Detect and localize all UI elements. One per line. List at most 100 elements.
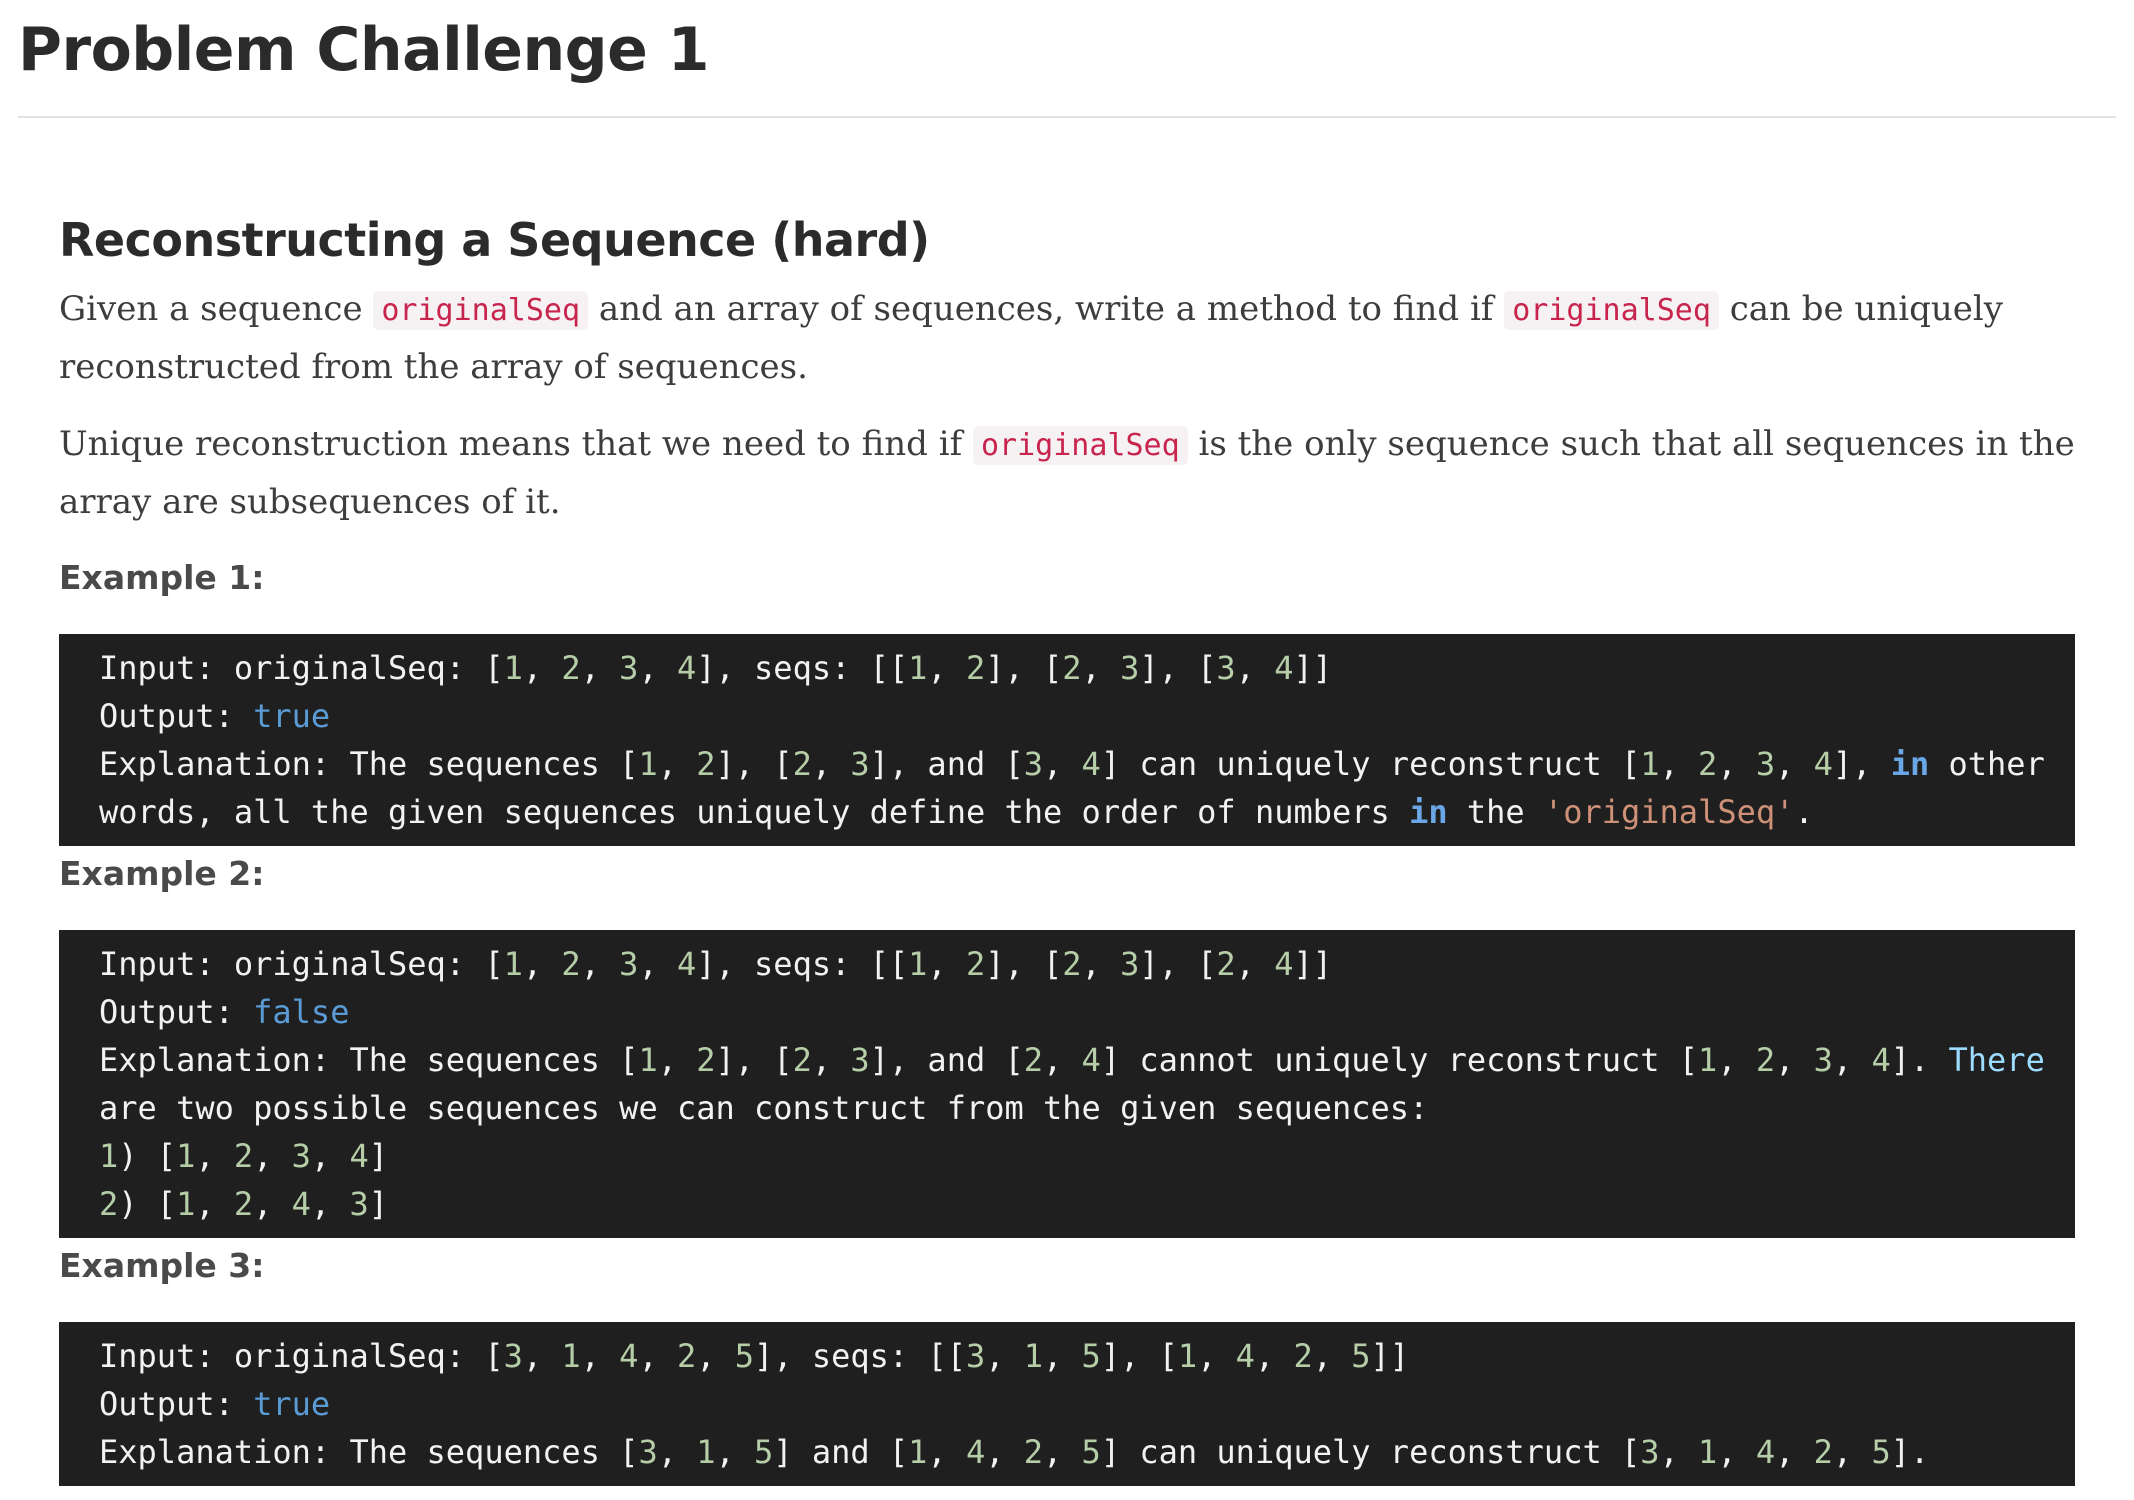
example-1-label: Example 1: [59,558,265,597]
title-divider [18,116,2116,118]
code-line: Input: originalSeq: [3, 1, 4, 2, 5], seq… [99,1337,1410,1375]
code-number: 1 [1640,745,1660,783]
code-number: 5 [1081,1433,1101,1471]
code-number: 2 [233,1185,254,1223]
code-number: 4 [1274,945,1294,983]
code-number: 1 [503,649,523,687]
code-number: 3 [1120,945,1140,983]
code-keyword: There [1948,1041,2045,1079]
code-number: 3 [850,745,870,783]
code-number: 1 [99,1137,119,1175]
code-line: Input: originalSeq: [1, 2, 3, 4], seqs: … [99,945,1332,983]
code-number: 2 [1216,945,1236,983]
code-number: 1 [176,1185,196,1223]
code-number: 4 [965,1433,986,1471]
code-number: 4 [291,1185,311,1223]
code-number: 2 [561,945,581,983]
code-number: 1 [638,745,658,783]
code-number: 3 [638,1433,658,1471]
reconstruction-definition: Unique reconstruction means that we need… [59,416,2075,530]
code-number: 1 [1698,1041,1718,1079]
code-number: 1 [638,1041,658,1079]
code-number: 4 [1755,1433,1776,1471]
code-number: 4 [676,945,697,983]
code-number: 2 [1062,649,1082,687]
description-text: Given a sequence [59,289,374,329]
code-number: 4 [619,1337,639,1375]
code-number: 1 [908,1433,928,1471]
code-number: 2 [696,745,716,783]
code-number: 5 [1871,1433,1891,1471]
code-number: 4 [1871,1041,1891,1079]
code-number: 5 [1081,1337,1101,1375]
code-number: 2 [1062,945,1082,983]
inline-code-original-seq: originalSeq [973,426,1188,465]
code-number: 2 [233,1137,254,1175]
page-title: Problem Challenge 1 [18,15,709,85]
code-number: 2 [1293,1337,1313,1375]
code-number: 3 [349,1185,369,1223]
code-number: 1 [1177,1337,1198,1375]
code-number: 3 [619,649,639,687]
code-number: 2 [561,649,581,687]
code-literal: true [253,1385,331,1423]
code-number: 3 [1216,649,1236,687]
code-number: 4 [1235,1337,1255,1375]
code-number: 2 [1023,1433,1044,1471]
code-keyword: in [1409,793,1448,831]
code-number: 2 [676,1337,697,1375]
code-number: 2 [1698,745,1718,783]
code-number: 1 [908,945,928,983]
code-number: 3 [850,1041,870,1079]
code-number: 3 [291,1137,311,1175]
code-number: 3 [1120,649,1140,687]
problem-content: Reconstructing a Sequence (hard) Given a… [59,205,2075,1486]
code-number: 1 [503,945,523,983]
code-number: 3 [1755,745,1776,783]
code-line: Explanation: The sequences [3, 1, 5] and… [99,1433,1930,1471]
description-text: and an array of sequences, write a metho… [588,289,1505,329]
code-line: Explanation: The sequences [1, 2], [2, 3… [99,745,2045,783]
code-line: 2) [1, 2, 4, 3] [99,1185,388,1223]
code-number: 1 [908,649,928,687]
code-number: 2 [696,1041,716,1079]
code-line: Input: originalSeq: [1, 2, 3, 4], seqs: … [99,649,1332,687]
code-number: 1 [561,1337,581,1375]
problem-heading: Reconstructing a Sequence (hard) [59,213,930,267]
code-literal: true [253,697,331,735]
code-number: 1 [696,1433,716,1471]
page: Problem Challenge 1 Reconstructing a Seq… [0,0,2134,1500]
code-line: Explanation: The sequences [1, 2], [2, 3… [99,1041,2045,1079]
problem-description: Given a sequence originalSeq and an arra… [59,281,2075,395]
code-number: 4 [1813,745,1833,783]
code-number: 3 [965,1337,986,1375]
code-number: 2 [965,649,986,687]
definition-text: Unique reconstruction means that we need… [59,424,973,464]
code-line: words, all the given sequences uniquely … [99,793,1814,831]
code-number: 1 [176,1137,196,1175]
code-line: Output: true [99,1385,331,1423]
code-number: 4 [1081,745,1101,783]
code-line: Output: true [99,697,331,735]
code-number: 2 [965,945,986,983]
code-number: 2 [792,1041,812,1079]
code-number: 3 [1813,1041,1833,1079]
code-number: 2 [1023,1041,1044,1079]
code-number: 5 [1351,1337,1371,1375]
code-number: 4 [1274,649,1294,687]
code-number: 1 [1023,1337,1044,1375]
example-2-label: Example 2: [59,854,265,893]
code-number: 4 [1081,1041,1101,1079]
code-number: 3 [503,1337,523,1375]
code-line: are two possible sequences we can constr… [99,1089,1429,1127]
code-number: 2 [792,745,812,783]
code-keyword: in [1890,745,1930,783]
code-literal: false [253,993,350,1031]
code-line: Output: false [99,993,350,1031]
code-number: 3 [1023,745,1044,783]
inline-code-original-seq: originalSeq [373,291,589,330]
code-number: 2 [1813,1433,1833,1471]
example-2-code-block: Input: originalSeq: [1, 2, 3, 4], seqs: … [59,930,2075,1238]
code-number: 2 [1755,1041,1776,1079]
code-number: 3 [619,945,639,983]
